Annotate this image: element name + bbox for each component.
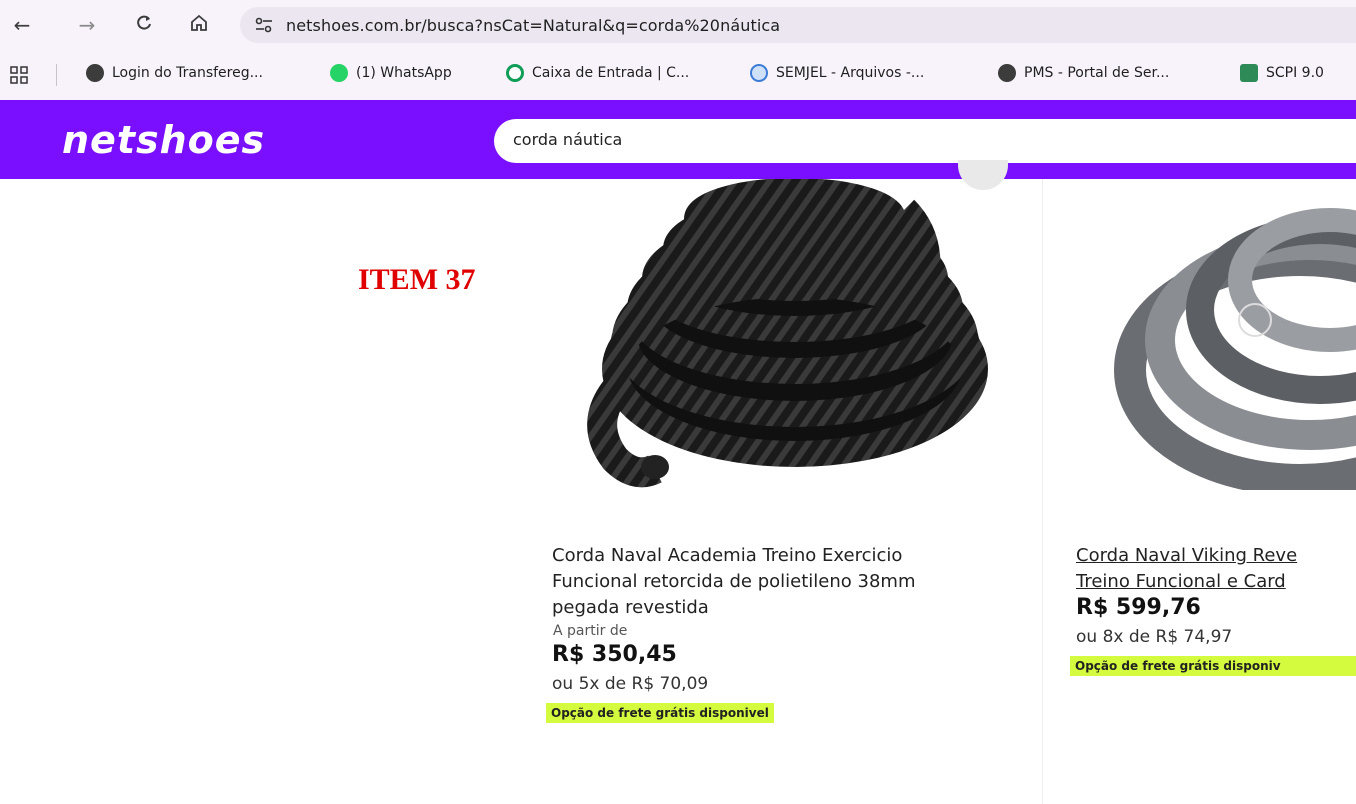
installments-text: ou 8x de R$ 74,97 [1076, 627, 1233, 647]
bookmark-label: SCPI 9.0 [1266, 65, 1324, 81]
site-settings-icon[interactable] [254, 16, 274, 34]
product-image-rope-grey[interactable] [1100, 190, 1356, 490]
address-bar[interactable]: netshoes.com.br/busca?nsCat=Natural&q=co… [240, 7, 1356, 43]
bookmark-caixa-entrada[interactable]: Caixa de Entrada | C... [506, 64, 689, 82]
bookmark-label: Login do Transfereg... [112, 65, 263, 81]
emblem-icon [1240, 64, 1258, 82]
globe-icon [998, 64, 1016, 82]
bookmarks-divider [56, 64, 57, 86]
price-from-label: A partir de [553, 623, 628, 639]
product-title-line[interactable]: Corda Naval Academia Treino Exercicio [552, 543, 915, 569]
bookmark-label: PMS - Portal de Ser... [1024, 65, 1170, 81]
product-image-rope-black[interactable] [545, 179, 995, 509]
globe-icon [86, 64, 104, 82]
product-title-line[interactable]: pegada revestida [552, 595, 915, 621]
free-shipping-badge: Opção de frete grátis disponivel [546, 703, 774, 723]
search-box[interactable] [494, 119, 1356, 163]
product-title[interactable]: Corda Naval Viking Reve Treino Funcional… [1076, 543, 1356, 595]
url-text: netshoes.com.br/busca?nsCat=Natural&q=co… [286, 15, 781, 35]
browser-toolbar: ← → netshoes.com.br/busca?nsCat=Natural&… [0, 0, 1356, 50]
product-title-line[interactable]: Corda Naval Viking Reve [1076, 543, 1356, 569]
bookmark-pms-portal[interactable]: PMS - Portal de Ser... [998, 64, 1169, 82]
back-arrow-icon[interactable]: ← [10, 13, 34, 37]
product-title[interactable]: Corda Naval Academia Treino Exercicio Fu… [552, 543, 915, 621]
netshoes-logo[interactable]: netshoes [62, 118, 265, 162]
search-input[interactable] [513, 130, 1213, 149]
bookmark-login-transfereg[interactable]: Login do Transfereg... [86, 64, 263, 82]
installments-text: ou 5x de R$ 70,09 [552, 674, 709, 694]
product-title-line[interactable]: Funcional retorcida de polietileno 38mm [552, 569, 915, 595]
product-price: R$ 350,45 [552, 642, 677, 667]
bookmarks-bar: Login do Transfereg... (1) WhatsApp Caix… [0, 50, 1356, 100]
target-icon [506, 64, 524, 82]
bookmark-label: (1) WhatsApp [356, 65, 452, 81]
product-divider [1042, 179, 1043, 804]
item-annotation: ITEM 37 [358, 263, 476, 296]
bookmark-label: Caixa de Entrada | C... [532, 65, 690, 81]
reload-icon[interactable] [132, 13, 156, 37]
product-title-line[interactable]: Treino Funcional e Card [1076, 569, 1356, 595]
free-shipping-badge: Opção de frete grátis disponiv [1070, 656, 1356, 676]
bookmark-label: SEMJEL - Arquivos -... [776, 65, 925, 81]
whatsapp-icon [330, 64, 348, 82]
bookmark-scpi[interactable]: SCPI 9.0 [1240, 64, 1324, 82]
archive-icon [750, 64, 768, 82]
home-icon[interactable] [187, 13, 211, 37]
apps-grid-icon[interactable] [10, 66, 28, 88]
bookmark-whatsapp[interactable]: (1) WhatsApp [330, 64, 452, 82]
product-price: R$ 599,76 [1076, 595, 1201, 620]
forward-arrow-icon[interactable]: → [75, 13, 99, 37]
bookmark-semjel[interactable]: SEMJEL - Arquivos -... [750, 64, 924, 82]
